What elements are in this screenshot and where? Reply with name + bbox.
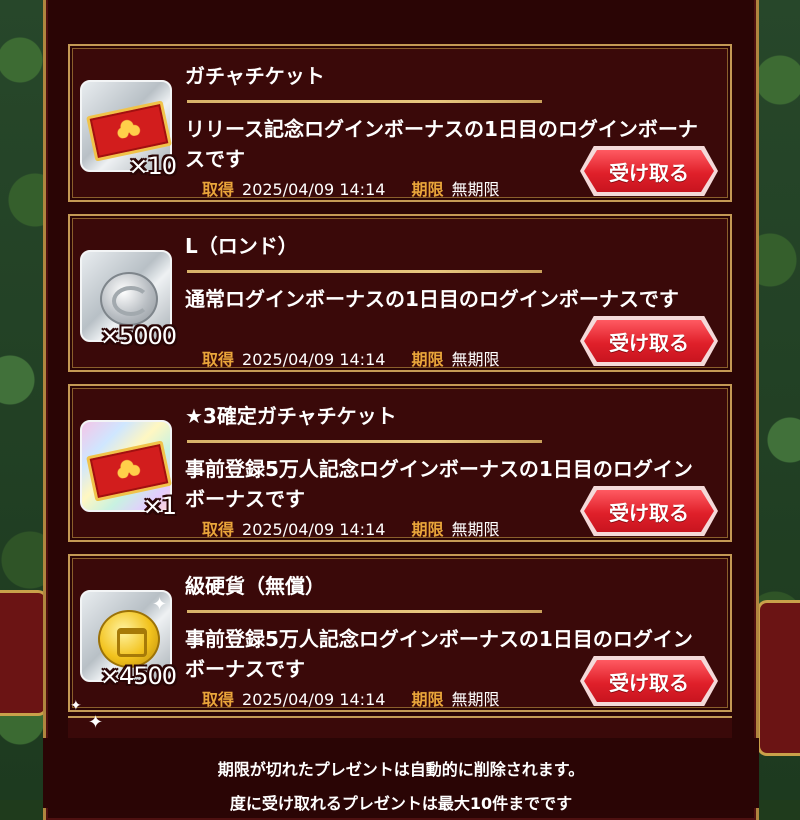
item-meta: 取得 2025/04/09 14:14 期限 無期限 — [202, 346, 499, 370]
present-item: ✦ ×4500 級硬貨（無償） 事前登録5万人記念ログインボーナスの1日目のログ… — [68, 554, 732, 712]
item-thumbnail: ×5000 — [80, 250, 177, 350]
acquired-label: 取得 — [202, 690, 235, 709]
left-frame-decoration — [0, 590, 48, 716]
gold-coin-icon — [98, 610, 160, 668]
item-thumbnail: ×10 — [80, 80, 177, 180]
item-title: L（ロンド） — [185, 234, 298, 258]
claim-button[interactable]: 受け取る — [584, 660, 714, 702]
claim-button[interactable]: 受け取る — [584, 490, 714, 532]
claim-button[interactable]: 受け取る — [584, 320, 714, 362]
item-description: 通常ログインボーナスの1日目のログインボーナスです — [185, 287, 679, 311]
item-meta: 取得 2025/04/09 14:14 期限 無期限 — [202, 686, 499, 710]
title-divider — [187, 100, 542, 103]
limit-value: 無期限 — [451, 180, 500, 199]
item-thumbnail: ×1 — [80, 420, 177, 520]
present-item: ×5000 L（ロンド） 通常ログインボーナスの1日目のログインボーナスです 取… — [68, 214, 732, 372]
item-meta: 取得 2025/04/09 14:14 期限 無期限 — [202, 176, 499, 200]
limit-label: 期限 — [411, 180, 444, 199]
title-divider — [187, 440, 542, 443]
limit-value: 無期限 — [451, 350, 500, 369]
limit-label: 期限 — [411, 520, 444, 539]
limit-note: 度に受け取れるプレゼントは最大10件までです — [229, 794, 573, 813]
limit-label: 期限 — [411, 350, 444, 369]
item-quantity: ×1 — [142, 492, 177, 520]
sparkle-icon: ✦ — [152, 594, 168, 615]
title-divider — [187, 270, 542, 273]
limit-label: 期限 — [411, 690, 444, 709]
footer-notes: 期限が切れたプレゼントは自動的に削除されます。 度に受け取れるプレゼントは最大1… — [43, 738, 759, 813]
item-quantity: ×5000 — [99, 322, 177, 350]
present-item: ×10 ガチャチケット リリース記念ログインボーナスの1日目のログインボーナスで… — [68, 44, 732, 202]
item-thumbnail: ✦ ×4500 — [80, 590, 177, 690]
acquired-date: 2025/04/09 14:14 — [242, 350, 386, 369]
acquired-date: 2025/04/09 14:14 — [242, 690, 386, 709]
right-frame-decoration — [757, 600, 800, 756]
item-quantity: ×10 — [128, 152, 177, 180]
next-present-item-partial — [68, 716, 732, 738]
item-meta: 取得 2025/04/09 14:14 期限 無期限 — [202, 516, 499, 540]
acquired-label: 取得 — [202, 520, 235, 539]
acquired-date: 2025/04/09 14:14 — [242, 520, 386, 539]
sparkle-icon: ✦ — [88, 712, 104, 733]
item-quantity: ×4500 — [99, 662, 177, 690]
silver-coin-icon — [100, 272, 158, 326]
acquired-label: 取得 — [202, 350, 235, 369]
limit-value: 無期限 — [451, 690, 500, 709]
acquired-date: 2025/04/09 14:14 — [242, 180, 386, 199]
present-item: ×1 ★3確定ガチャチケット 事前登録5万人記念ログインボーナスの1日目のログイ… — [68, 384, 732, 542]
item-title: ★3確定ガチャチケット — [185, 404, 397, 428]
expiry-note: 期限が切れたプレゼントは自動的に削除されます。 — [217, 760, 585, 779]
limit-value: 無期限 — [451, 520, 500, 539]
sparkle-icon: ✦ — [70, 698, 82, 714]
item-title: 級硬貨（無償） — [185, 574, 325, 598]
acquired-label: 取得 — [202, 180, 235, 199]
claim-button[interactable]: 受け取る — [584, 150, 714, 192]
title-divider — [187, 610, 542, 613]
item-title: ガチャチケット — [185, 64, 325, 88]
